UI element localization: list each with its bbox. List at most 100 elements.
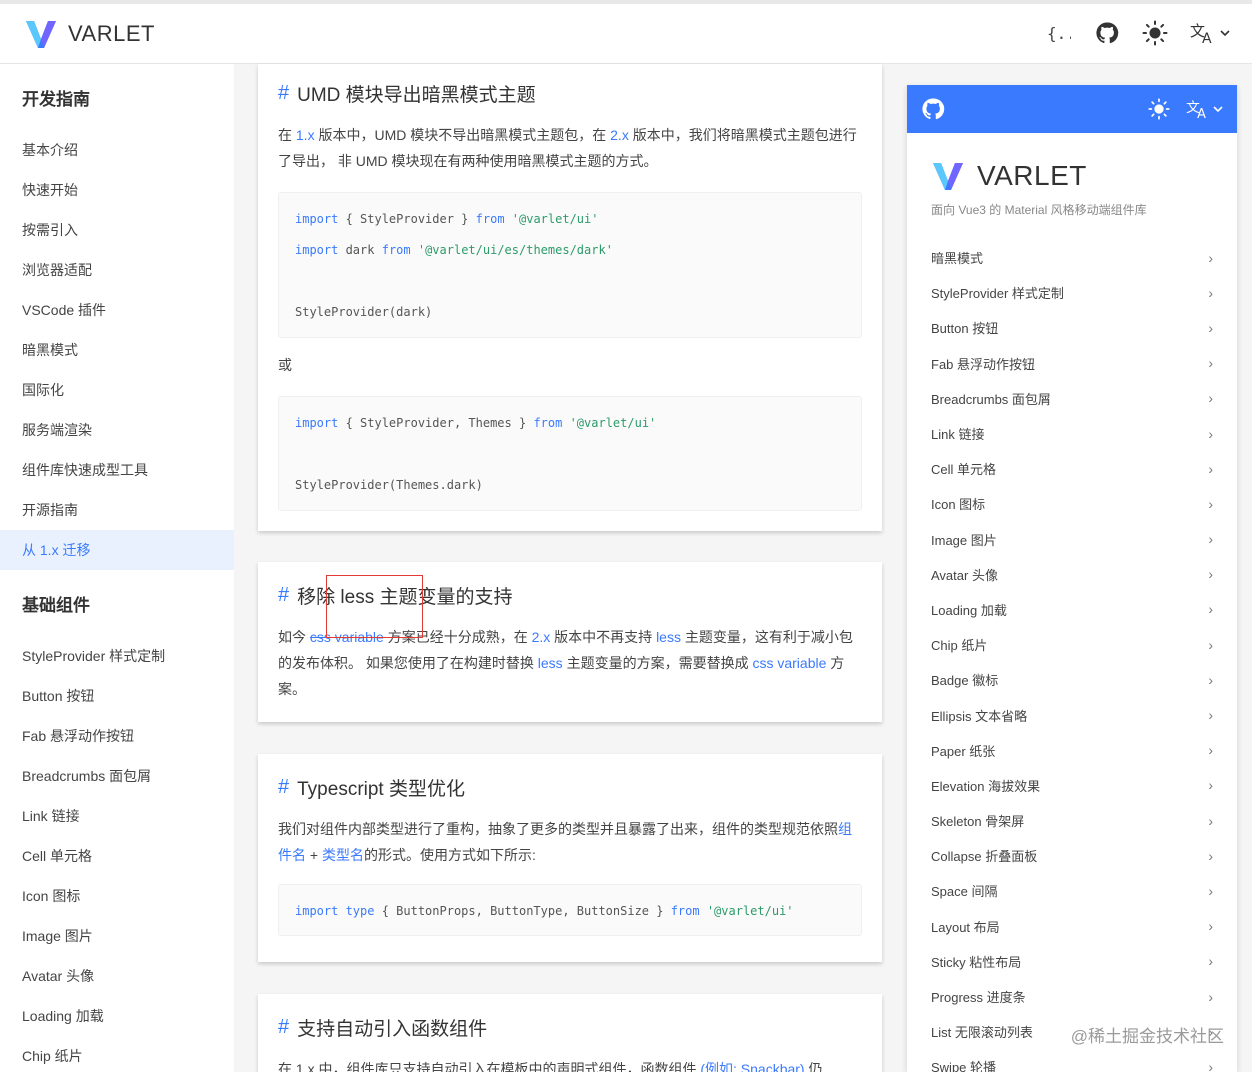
- preview-list-item[interactable]: Skeleton 骨架屏 ›: [931, 803, 1213, 838]
- section-title: # Typescript 类型优化: [278, 775, 465, 800]
- preview-list-item-label: List 无限滚动列表: [931, 1025, 1033, 1041]
- section-title: # UMD 模块导出暗黑模式主题: [278, 81, 536, 106]
- sidebar-item-cli[interactable]: 组件库快速成型工具: [0, 450, 234, 490]
- preview-list-item[interactable]: Layout 布局 ›: [931, 909, 1213, 944]
- sidebar-item-i18n[interactable]: 国际化: [0, 370, 234, 410]
- sidebar-item-migration[interactable]: 从 1.x 迁移: [0, 530, 234, 570]
- sidebar-item-icon[interactable]: Icon 图标: [0, 876, 234, 916]
- sidebar-item-dark-mode[interactable]: 暗黑模式: [0, 330, 234, 370]
- mobile-preview: 文A VARLET 面向 Vue3 的 Material 风格移动端组件库 暗黑…: [907, 85, 1237, 1072]
- sidebar-item-loading[interactable]: Loading 加载: [0, 996, 234, 1036]
- preview-list-item[interactable]: Link 链接 ›: [931, 416, 1213, 451]
- sidebar-item-contributing[interactable]: 开源指南: [0, 490, 234, 530]
- sidebar-item-breadcrumbs[interactable]: Breadcrumbs 面包屑: [0, 756, 234, 796]
- translate-icon: 文A: [1186, 100, 1206, 120]
- chevron-right-icon: ›: [1208, 284, 1213, 301]
- preview-list-item-label: Breadcrumbs 面包屑: [931, 391, 1051, 407]
- translate-icon: 文A: [1190, 22, 1212, 45]
- preview-list-item[interactable]: Swipe 轮播 ›: [931, 1049, 1213, 1072]
- sidebar-item-ssr[interactable]: 服务端渲染: [0, 410, 234, 450]
- chevron-right-icon: ›: [1208, 988, 1213, 1005]
- language-switch[interactable]: 文A: [1186, 98, 1223, 120]
- sidebar-item-quickstart[interactable]: 快速开始: [0, 170, 234, 210]
- sidebar-item-importing[interactable]: 按需引入: [0, 210, 234, 250]
- preview-list-item[interactable]: Paper 纸张 ›: [931, 733, 1213, 768]
- theme-toggle-sun-icon[interactable]: [1142, 20, 1168, 46]
- anchor-hash[interactable]: #: [278, 1016, 289, 1039]
- section-auto-import: # 支持自动引入函数组件 在 1.x 中，组件库只支持自动引入在模板中的声明式组件…: [258, 994, 882, 1072]
- preview-list-item[interactable]: Sticky 粘性布局 ›: [931, 944, 1213, 979]
- playground-icon[interactable]: {..}: [1046, 20, 1072, 46]
- preview-list-item-label: Swipe 轮播: [931, 1060, 997, 1072]
- preview-list-item-label: Layout 布局: [931, 919, 1000, 935]
- svg-text:A: A: [1197, 107, 1206, 120]
- brand[interactable]: VARLET: [24, 17, 155, 51]
- preview-list-item[interactable]: StyleProvider 样式定制 ›: [931, 275, 1213, 310]
- chevron-right-icon: ›: [1208, 671, 1213, 688]
- chevron-right-icon: ›: [1208, 495, 1213, 512]
- preview-list-item-label: 暗黑模式: [931, 251, 984, 267]
- svg-text:A: A: [1202, 31, 1212, 45]
- preview-list-item[interactable]: Ellipsis 文本省略 ›: [931, 697, 1213, 732]
- preview-list-item-label: Icon 图标: [931, 497, 986, 513]
- chevron-right-icon: ›: [1208, 707, 1213, 724]
- chevron-right-icon: ›: [1208, 777, 1213, 794]
- preview-list-item[interactable]: Chip 纸片 ›: [931, 627, 1213, 662]
- sidebar-item-browser[interactable]: 浏览器适配: [0, 250, 234, 290]
- chevron-right-icon: ›: [1208, 742, 1213, 759]
- chevron-right-icon: ›: [1208, 636, 1213, 653]
- github-icon[interactable]: [921, 97, 945, 121]
- sidebar-item-button[interactable]: Button 按钮: [0, 676, 234, 716]
- chevron-right-icon: ›: [1208, 566, 1213, 583]
- sidebar-group-title: 开发指南: [22, 89, 90, 109]
- sidebar-item-image[interactable]: Image 图片: [0, 916, 234, 956]
- preview-list-item-label: Space 间隔: [931, 884, 998, 900]
- github-icon[interactable]: [1094, 20, 1120, 46]
- preview-list-item[interactable]: Badge 徽标 ›: [931, 662, 1213, 697]
- preview-list-item[interactable]: Fab 悬浮动作按钮 ›: [931, 346, 1213, 381]
- chevron-right-icon: ›: [1208, 355, 1213, 372]
- sidebar-item-fab[interactable]: Fab 悬浮动作按钮: [0, 716, 234, 756]
- sidebar-nav: 开发指南 基本介绍 快速开始 按需引入 浏览器适配 VSCode 插件 暗黑模式…: [0, 64, 234, 1072]
- preview-list-item[interactable]: Image 图片 ›: [931, 522, 1213, 557]
- preview-list-item-label: Button 按钮: [931, 321, 999, 337]
- preview-list-item-label: Link 链接: [931, 427, 985, 443]
- preview-list-item-label: Chip 纸片: [931, 638, 988, 654]
- varlet-logo-icon: [26, 20, 56, 48]
- preview-list-item[interactable]: Avatar 头像 ›: [931, 557, 1213, 592]
- section-typescript: # Typescript 类型优化 我们对组件内部类型进行了重构，抽象了更多的类型…: [258, 754, 882, 962]
- anchor-hash[interactable]: #: [278, 776, 289, 799]
- preview-list-item[interactable]: Elevation 海拔效果 ›: [931, 768, 1213, 803]
- sidebar-item-style-provider[interactable]: StyleProvider 样式定制: [0, 636, 234, 676]
- preview-list-item[interactable]: Icon 图标 ›: [931, 486, 1213, 521]
- preview-list-item[interactable]: Progress 进度条 ›: [931, 979, 1213, 1014]
- code-block: import { StyleProvider, Themes } from '@…: [278, 396, 862, 511]
- anchor-hash[interactable]: #: [278, 584, 289, 607]
- section-umd: # UMD 模块导出暗黑模式主题 在 1.x 版本中，UMD 模块不导出暗黑模式主…: [258, 64, 882, 531]
- preview-list-item[interactable]: Loading 加载 ›: [931, 592, 1213, 627]
- preview-list-item[interactable]: Breadcrumbs 面包屑 ›: [931, 381, 1213, 416]
- preview-list-item-label: Cell 单元格: [931, 462, 997, 478]
- chevron-right-icon: ›: [1208, 390, 1213, 407]
- svg-text:{..}: {..}: [1047, 24, 1071, 43]
- preview-list-item-label: Fab 悬浮动作按钮: [931, 356, 1036, 372]
- top-bar: VARLET {..} 文A: [0, 0, 1252, 64]
- sidebar-item-link[interactable]: Link 链接: [0, 796, 234, 836]
- preview-list-item[interactable]: Collapse 折叠面板 ›: [931, 838, 1213, 873]
- preview-list-item[interactable]: Space 间隔 ›: [931, 873, 1213, 908]
- anchor-hash[interactable]: #: [278, 82, 289, 105]
- chevron-down-icon: [1220, 30, 1230, 37]
- chevron-right-icon: ›: [1208, 847, 1213, 864]
- theme-toggle-sun-icon[interactable]: [1148, 98, 1170, 120]
- sidebar-item-chip[interactable]: Chip 纸片: [0, 1036, 234, 1072]
- sidebar-item-avatar[interactable]: Avatar 头像: [0, 956, 234, 996]
- sidebar-item-cell[interactable]: Cell 单元格: [0, 836, 234, 876]
- preview-list-item[interactable]: 暗黑模式 ›: [931, 240, 1213, 275]
- preview-list-item-label: Sticky 粘性布局: [931, 954, 1022, 970]
- sidebar-item-intro[interactable]: 基本介绍: [0, 130, 234, 170]
- preview-list-item-label: Ellipsis 文本省略: [931, 708, 1028, 724]
- sidebar-item-vscode[interactable]: VSCode 插件: [0, 290, 234, 330]
- preview-list-item[interactable]: Button 按钮 ›: [931, 310, 1213, 345]
- preview-list-item[interactable]: Cell 单元格 ›: [931, 451, 1213, 486]
- language-switch[interactable]: 文A: [1190, 20, 1230, 46]
